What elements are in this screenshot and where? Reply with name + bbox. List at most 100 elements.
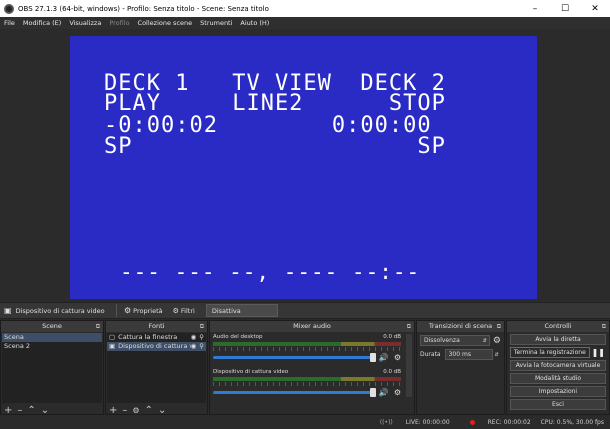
channel-name: Dispositivo di cattura video <box>213 369 289 375</box>
channel-name: Audio del desktop <box>213 334 263 340</box>
start-streaming-button[interactable]: Avvia la diretta <box>510 334 606 345</box>
transition-select[interactable]: Dissolvenza ⇵ <box>420 335 490 346</box>
exit-button[interactable]: Esci <box>510 399 606 410</box>
source-item[interactable]: ▢ Cattura la finestra ◉ ⚲ <box>107 333 206 342</box>
undock-icon[interactable]: ⧉ <box>96 321 100 332</box>
volume-slider[interactable] <box>213 353 376 362</box>
chevron-up-icon[interactable]: ⌃ <box>27 405 35 416</box>
chevron-down-icon[interactable]: ⌄ <box>158 405 166 416</box>
mixer-header: Mixer audio ⧉ <box>210 321 414 332</box>
deactivate-label: Disattiva <box>211 306 241 315</box>
controls-dock: Controlli ⧉ Avvia la diretta Termina la … <box>506 320 610 415</box>
mixer-title: Mixer audio <box>293 322 331 330</box>
scenes-list: Scena Scena 2 <box>2 333 102 403</box>
record-icon <box>469 419 475 425</box>
plus-icon[interactable]: + <box>109 405 117 416</box>
speaker-icon[interactable]: 🔊 <box>379 353 389 362</box>
transition-selected: Dissolvenza <box>424 337 460 344</box>
properties-label: Proprietà <box>133 306 163 315</box>
settings-button[interactable]: Impostazioni <box>510 386 606 397</box>
preview-line-2: PLAY LINE2 STOP <box>104 91 446 116</box>
transitions-header: Transizioni di scena ⧉ <box>417 321 504 332</box>
volume-slider[interactable] <box>213 388 376 397</box>
window-icon: ▢ <box>109 333 116 341</box>
updown-icon: ⇵ <box>482 337 487 344</box>
filter-icon: ⚙ <box>172 306 179 315</box>
lock-icon[interactable]: ⚲ <box>199 342 204 351</box>
video-preview[interactable]: DECK 1 TV VIEW DECK 2 PLAY LINE2 STOP -0… <box>70 36 537 299</box>
minimize-icon[interactable]: – <box>520 0 550 17</box>
status-bar: ((•)) LIVE: 00:00:00 REC: 00:00:02 CPU: … <box>0 415 610 429</box>
minus-icon[interactable]: – <box>122 405 127 416</box>
scene-item[interactable]: Scena 2 <box>2 342 102 351</box>
scrollbar[interactable] <box>406 334 412 397</box>
transitions-dock: Transizioni di scena ⧉ Dissolvenza ⇵ ⚙ D… <box>416 320 505 415</box>
plus-icon[interactable]: + <box>4 405 12 416</box>
source-item[interactable]: ▣ Dispositivo di cattura v ◉ ⚲ <box>107 342 206 351</box>
broadcast-icon: ((•)) <box>379 418 393 426</box>
transitions-title: Transizioni di scena <box>428 322 493 330</box>
source-item-label: Cattura la finestra <box>118 333 178 341</box>
mixer-channel: Audio del desktop 0.0 dB 🔊 ⚙ <box>210 332 404 364</box>
scenes-title: Scene <box>42 322 62 330</box>
scene-item[interactable]: Scena <box>2 333 102 342</box>
source-label: Dispositivo di cattura video <box>15 306 105 315</box>
duration-value: 300 ms <box>448 351 471 358</box>
source-name: ▣ Dispositivo di cattura video <box>0 306 114 315</box>
properties-button[interactable]: ⚙ Proprietà <box>119 304 168 317</box>
cpu-status: CPU: 0.5%, 30.00 fps <box>540 418 604 426</box>
undock-icon[interactable]: ⧉ <box>200 321 204 332</box>
speaker-icon[interactable]: 🔊 <box>379 388 389 397</box>
eye-icon[interactable]: ◉ <box>191 342 197 351</box>
gear-icon[interactable]: ⚙ <box>493 336 501 346</box>
stop-recording-button[interactable]: Termina la registrazione <box>510 347 590 358</box>
chevron-up-icon[interactable]: ⌃ <box>145 405 153 416</box>
menu-profile[interactable]: Profilo <box>109 19 129 27</box>
menu-help[interactable]: Aiuto (H) <box>240 19 269 27</box>
menu-view[interactable]: Visualizza <box>69 19 101 27</box>
gear-icon[interactable]: ⚙ <box>394 353 401 362</box>
minus-icon[interactable]: – <box>17 405 22 416</box>
start-virtual-camera-button[interactable]: Avvia la fotocamera virtuale <box>510 360 606 371</box>
undock-icon[interactable]: ⧉ <box>497 321 501 332</box>
source-item-label: Dispositivo di cattura v <box>118 342 191 350</box>
gear-icon[interactable]: ⚙ <box>132 406 139 415</box>
undock-icon[interactable]: ⧉ <box>602 321 606 332</box>
duration-input[interactable]: 300 ms <box>444 349 493 360</box>
preview-area: DECK 1 TV VIEW DECK 2 PLAY LINE2 STOP -0… <box>0 29 610 302</box>
filters-button[interactable]: ⚙ Filtri <box>168 304 200 317</box>
sources-header: Fonti ⧉ <box>106 321 207 332</box>
studio-mode-button[interactable]: Modalità studio <box>510 373 606 384</box>
menu-file[interactable]: File <box>4 19 15 27</box>
source-toolbar: ▣ Dispositivo di cattura video ⚙ Proprie… <box>0 302 610 319</box>
menu-tools[interactable]: Strumenti <box>200 19 232 27</box>
preview-line-4: SP SP <box>104 134 446 159</box>
pause-icon[interactable]: ❚❚ <box>592 348 605 357</box>
undock-icon[interactable]: ⧉ <box>407 321 411 332</box>
close-icon[interactable]: ✕ <box>580 0 610 17</box>
eye-icon[interactable]: ◉ <box>191 333 197 342</box>
lock-icon[interactable]: ⚲ <box>199 333 204 342</box>
deactivate-button[interactable]: Disattiva <box>205 304 278 317</box>
menu-scene-collection[interactable]: Collezione scene <box>138 19 193 27</box>
channel-db: 0.0 dB <box>383 334 401 340</box>
maximize-icon[interactable]: ☐ <box>550 0 580 17</box>
sources-list: ▢ Cattura la finestra ◉ ⚲ ▣ Dispositivo … <box>107 333 206 403</box>
filters-label: Filtri <box>180 306 195 315</box>
menu-edit[interactable]: Modifica (E) <box>23 19 61 27</box>
live-time: LIVE: 00:00:00 <box>405 418 450 426</box>
chevron-down-icon[interactable]: ⌄ <box>41 405 49 416</box>
scenes-dock: Scene ⧉ Scena Scena 2 + – ⌃ ⌄ <box>0 320 104 416</box>
slider-handle[interactable] <box>369 353 376 362</box>
sources-title: Fonti <box>148 322 165 330</box>
slider-handle[interactable] <box>369 388 376 397</box>
title-bar: OBS 27.1.3 (64-bit, windows) - Profilo: … <box>0 0 610 17</box>
meter-scale <box>213 382 401 386</box>
updown-icon[interactable]: ⇵ <box>495 352 499 358</box>
volume-meter <box>213 342 401 346</box>
volume-meter <box>213 377 401 381</box>
menu-bar: File Modifica (E) Visualizza Profilo Col… <box>0 17 610 29</box>
gear-icon: ⚙ <box>124 306 132 315</box>
mixer-channel: Dispositivo di cattura video 0.0 dB 🔊 ⚙ <box>210 367 404 399</box>
gear-icon[interactable]: ⚙ <box>394 388 401 397</box>
